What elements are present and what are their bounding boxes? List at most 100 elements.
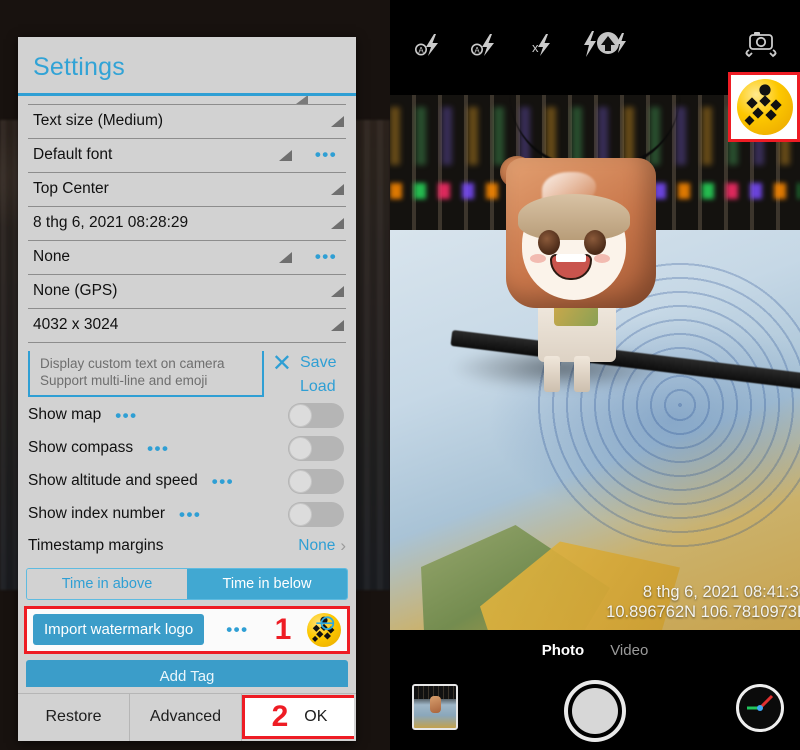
spinner-text-size[interactable]: Text size (Medium)	[28, 105, 346, 139]
watermark-logo-icon[interactable]	[307, 612, 341, 647]
toggle-knob	[289, 403, 312, 427]
toggle-show-map[interactable]: Show map •••	[28, 399, 346, 432]
gallery-thumbnail[interactable]	[412, 684, 458, 730]
toggle-show-altitude-speed[interactable]: Show altitude and speed •••	[28, 465, 346, 498]
spinner-datetime[interactable]: 8 thg 6, 2021 08:28:29	[28, 207, 346, 241]
flash-icon-group: A A x	[414, 30, 628, 65]
more-options-icon[interactable]: •••	[115, 407, 137, 424]
figure-eye-right	[584, 230, 606, 255]
toggle-show-compass[interactable]: Show compass •••	[28, 432, 346, 465]
more-options-icon[interactable]: •••	[315, 145, 337, 164]
custom-text-placeholder-line2: Support multi-line and emoji	[40, 372, 208, 388]
dropdown-caret-icon	[331, 217, 344, 229]
flash-auto-alt-icon[interactable]: A	[470, 32, 500, 63]
settings-scroll-area[interactable]: Text size (Medium) Default font ••• Top …	[18, 95, 356, 687]
dropdown-caret-icon	[331, 319, 344, 331]
tab-video[interactable]: Video	[610, 642, 648, 659]
custom-text-block: Display custom text on camera Support mu…	[28, 348, 346, 399]
camera-switch-icon[interactable]	[740, 29, 780, 66]
step-number-2: 2	[271, 699, 289, 733]
import-watermark-logo-button[interactable]: Import watermark logo	[33, 614, 205, 646]
figure-leg-left	[544, 356, 560, 392]
tab-photo[interactable]: Photo	[542, 642, 585, 659]
advanced-button[interactable]: Advanced	[130, 693, 242, 741]
tab-time-in-below[interactable]: Time in below	[187, 568, 347, 599]
svg-text:x: x	[532, 40, 539, 55]
toggle-knob	[289, 469, 312, 493]
timestamp-margins-label: Timestamp margins	[28, 537, 164, 555]
toggle-label: Show map	[28, 406, 102, 424]
custom-text-placeholder-line1: Display custom text on camera	[40, 355, 225, 371]
right-camera-panel: A A x 8 thg 6, 2021 08:41:36 10.896762N …	[390, 0, 800, 750]
add-tag-button[interactable]: Add Tag	[26, 659, 348, 687]
toggle-knob	[289, 502, 312, 526]
save-load-group: Save Load	[300, 351, 346, 399]
speed-gauge-icon[interactable]	[736, 684, 784, 732]
custom-text-input[interactable]: Display custom text on camera Support mu…	[28, 350, 264, 397]
dropdown-caret-icon	[331, 183, 344, 195]
ok-button[interactable]: OK	[304, 708, 327, 726]
watermark-badge-icon[interactable]	[737, 79, 793, 135]
shutter-button[interactable]	[564, 680, 626, 742]
more-options-icon[interactable]: •••	[147, 440, 169, 457]
page-title: Settings	[33, 53, 125, 81]
clear-icon[interactable]: ✕	[264, 351, 300, 375]
toggle-show-index-number[interactable]: Show index number •••	[28, 498, 346, 531]
tab-time-in-above[interactable]: Time in above	[27, 568, 187, 599]
spinner-position[interactable]: Top Center	[28, 173, 346, 207]
dropdown-caret-icon	[331, 115, 344, 127]
flash-auto-icon[interactable]: A	[414, 32, 444, 63]
spinner-resolution[interactable]: 4032 x 3024	[28, 309, 346, 343]
toggle-switch[interactable]	[288, 402, 344, 428]
more-options-icon[interactable]: •••	[212, 473, 234, 490]
spinner-none[interactable]: None •••	[28, 241, 346, 275]
more-options-icon[interactable]: •••	[315, 247, 337, 266]
watermark-stamp-coordinates: 10.896762N 106.7810973E	[606, 603, 800, 621]
figure-blush-right	[594, 254, 610, 263]
spinner-label: Default font	[33, 146, 113, 164]
spinner-label: None (GPS)	[33, 282, 118, 300]
restore-button[interactable]: Restore	[18, 693, 130, 741]
spinner-label: Text size (Medium)	[33, 112, 164, 130]
ok-button-highlight[interactable]: 2 OK	[242, 694, 354, 739]
spinner-gps[interactable]: None (GPS)	[28, 275, 346, 309]
dialog-footer: Restore Advanced 2 OK	[18, 692, 356, 741]
spinner-font[interactable]: Default font •••	[28, 139, 346, 173]
more-options-icon[interactable]: •••	[226, 621, 248, 638]
left-phone-panel: Settings Text size (Medium) Default font…	[0, 0, 390, 750]
flash-fill-icon[interactable]	[582, 30, 628, 65]
figure-blush-left	[530, 254, 546, 263]
toggle-switch[interactable]	[288, 435, 344, 461]
camera-controls-row	[390, 672, 800, 750]
load-button[interactable]: Load	[300, 375, 346, 399]
watermark-badge-highlight	[728, 72, 800, 142]
toggle-label: Show altitude and speed	[28, 472, 198, 490]
capture-mode-tabs: Photo Video	[390, 630, 800, 659]
dropdown-caret-icon	[296, 95, 308, 104]
watermark-stamp: 8 thg 6, 2021 08:41:36 10.896762N 106.78…	[606, 582, 800, 622]
dropdown-caret-icon	[279, 251, 292, 263]
more-options-icon[interactable]: •••	[179, 506, 201, 523]
dropdown-caret-icon	[279, 149, 292, 161]
camera-preview[interactable]: 8 thg 6, 2021 08:41:36 10.896762N 106.78…	[390, 95, 800, 630]
toggle-switch[interactable]	[288, 501, 344, 527]
spinner-label: Top Center	[33, 180, 109, 198]
preview-papercraft-figure	[498, 150, 668, 392]
spinner-label: None	[33, 248, 71, 266]
shutter-inner	[572, 688, 618, 734]
save-button[interactable]: Save	[300, 351, 346, 375]
toggle-label: Show compass	[28, 439, 134, 457]
flash-off-icon[interactable]: x	[526, 32, 556, 63]
spinner-row-clipped[interactable]	[28, 95, 346, 105]
camera-bottom-bar: Photo Video	[390, 630, 800, 750]
settings-dialog: Settings Text size (Medium) Default font…	[18, 37, 356, 741]
import-watermark-highlight: Import watermark logo ••• 1	[24, 605, 350, 654]
timestamp-margins-row[interactable]: Timestamp margins None ›	[28, 531, 346, 562]
spinner-label: 8 thg 6, 2021 08:28:29	[33, 214, 189, 232]
timestamp-margins-value: None	[298, 537, 336, 555]
figure-leg-right	[574, 356, 590, 392]
toggle-switch[interactable]	[288, 468, 344, 494]
toggle-label: Show index number	[28, 505, 165, 523]
figure-eye-left	[538, 230, 560, 255]
thumbnail-figure	[429, 696, 441, 713]
